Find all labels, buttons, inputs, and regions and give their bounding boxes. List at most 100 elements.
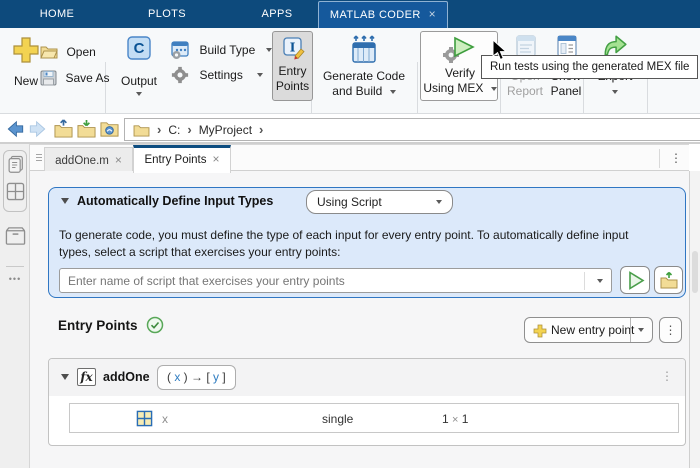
tab-apps[interactable]: APPS (240, 0, 314, 28)
panel-label-2: Panel (550, 84, 582, 98)
function-card-header[interactable]: fx addOne ( x ) → [ y ] ⋮ (49, 359, 685, 396)
import-folder-button[interactable] (77, 119, 96, 138)
breadcrumb-chevron-icon: › (259, 122, 264, 137)
doc-tab-entry-points[interactable]: Entry Points × (133, 145, 231, 173)
svg-text:I: I (290, 41, 296, 55)
panel-collapse-icon[interactable] (61, 198, 69, 204)
breadcrumb-chevron-icon: › (157, 122, 162, 137)
settings-button[interactable]: Settings (171, 66, 264, 86)
sidebar-more-icon[interactable]: ••• (0, 274, 30, 284)
matrix-type-icon (136, 410, 153, 427)
define-input-types-panel: Automatically Define Input Types Using S… (48, 187, 686, 298)
tab-plots[interactable]: PLOTS (130, 0, 204, 28)
entry-points-label-2: Points (275, 79, 310, 93)
output-dropdown-arrow (136, 92, 142, 96)
tab-matlab-coder[interactable]: MATLAB CODER × (318, 1, 448, 28)
new-plus-icon (13, 37, 39, 63)
scrollbar-track[interactable] (689, 171, 700, 468)
entry-points-button[interactable]: I Entry Points (272, 31, 313, 101)
function-collapse-icon[interactable] (61, 374, 69, 380)
new-entry-point-dropdown[interactable] (630, 318, 652, 342)
play-icon (629, 271, 645, 290)
back-button[interactable] (6, 120, 25, 138)
argument-row[interactable]: x single 1 × 1 (69, 403, 679, 433)
scrollbar-thumb[interactable] (692, 251, 698, 293)
entry-points-label-1: Entry (278, 64, 307, 78)
generate-code-button[interactable]: Generate Code and Build (318, 33, 410, 103)
documents-icon[interactable] (7, 155, 24, 175)
entry-points-menu-button[interactable]: ⋮ (659, 317, 682, 343)
verify-dropdown-arrow (490, 86, 497, 91)
argument-type[interactable]: single (322, 412, 353, 426)
output-button[interactable]: C Output (116, 34, 162, 100)
build-type-icon (171, 41, 189, 59)
browse-script-button[interactable] (654, 266, 683, 294)
script-name-input[interactable] (60, 269, 588, 292)
dropdown-arrow-icon (638, 328, 644, 332)
generate-code-label-1: Generate Code (322, 69, 406, 83)
run-script-button[interactable] (620, 266, 650, 294)
save-as-button[interactable]: Save As (40, 69, 109, 87)
breadcrumb-drive[interactable]: C: (168, 123, 180, 137)
function-card-addone: fx addOne ( x ) → [ y ] ⋮ x single 1 × 1 (48, 358, 686, 446)
left-sidebar: ••• (0, 144, 30, 468)
settings-dropdown-arrow (257, 73, 264, 77)
tab-close-icon[interactable]: × (429, 7, 436, 21)
generate-dropdown-arrow (389, 89, 396, 94)
doc-tab-close-icon[interactable]: × (212, 152, 219, 166)
output-c-icon: C (127, 36, 151, 60)
breadcrumb-chevron-icon: › (187, 122, 192, 137)
input-types-method-value: Using Script (317, 195, 382, 209)
build-type-button[interactable]: Build Type (170, 40, 272, 60)
sig-arrow: ) → [ (180, 370, 214, 384)
output-label: Output (120, 74, 158, 88)
svg-text:C: C (134, 40, 145, 57)
tab-strip-grip[interactable] (36, 154, 42, 155)
tab-strip-menu-icon[interactable]: ⋮ (666, 148, 686, 168)
breadcrumb-folder-icon (133, 124, 150, 137)
argument-dimensions[interactable]: 1 × 1 (442, 412, 468, 426)
matlab-coder-window: HOME PLOTS APPS MATLAB CODER× FILE PREPA… (0, 0, 700, 468)
settings-label: Settings (199, 68, 243, 82)
doc-tab-addone[interactable]: addOne.m × (44, 147, 133, 172)
dropdown-arrow-icon (436, 200, 442, 204)
entry-points-heading: Entry Points (58, 318, 138, 333)
panel-description-line2: types, select a script that exercises yo… (59, 245, 341, 259)
verify-label-2: Using MEX (423, 81, 484, 95)
open-button[interactable]: Open (40, 43, 96, 61)
save-as-label: Save As (65, 70, 110, 85)
panel-description-line1: To generate code, you must define the ty… (59, 228, 629, 242)
generate-code-label-2: and Build (332, 84, 383, 98)
cloud-folder-button[interactable] (100, 119, 119, 138)
archive-box-icon[interactable] (5, 226, 26, 246)
document-tab-strip: addOne.m × Entry Points × ⋮ (30, 144, 689, 173)
layout-grid-icon[interactable] (6, 182, 25, 201)
sig-close: ] (219, 370, 226, 384)
build-type-dropdown-arrow (265, 48, 272, 52)
function-menu-icon[interactable]: ⋮ (661, 369, 673, 383)
breadcrumb[interactable]: › C: › MyProject › (124, 118, 700, 141)
panel-title: Automatically Define Input Types (77, 194, 274, 208)
toolstrip-tab-bar: HOME PLOTS APPS MATLAB CODER × (0, 0, 700, 28)
doc-tab-close-icon[interactable]: × (115, 153, 122, 167)
function-name: addOne (103, 370, 150, 384)
panel-description: To generate code, you must define the ty… (59, 227, 628, 261)
breadcrumb-project[interactable]: MyProject (199, 123, 252, 137)
save-icon (40, 70, 57, 86)
sidebar-divider (6, 266, 24, 267)
argument-name: x (162, 412, 168, 426)
new-entry-point-label: New entry point (551, 323, 635, 337)
generate-code-icon (352, 35, 376, 63)
tab-home[interactable]: HOME (20, 0, 94, 28)
script-name-combobox (59, 268, 612, 293)
new-entry-point-button[interactable]: New entry point (524, 317, 653, 343)
forward-button[interactable] (28, 120, 47, 138)
settings-gear-icon (171, 66, 189, 84)
input-types-method-dropdown[interactable]: Using Script (306, 190, 453, 214)
entry-points-document: Automatically Define Input Types Using S… (30, 171, 689, 468)
open-folder-icon (40, 46, 58, 59)
tab-matlab-coder-label: MATLAB CODER (329, 9, 421, 21)
script-dropdown-arrow[interactable] (597, 279, 603, 283)
up-folder-button[interactable] (54, 119, 73, 138)
function-fx-icon: fx (77, 368, 96, 386)
